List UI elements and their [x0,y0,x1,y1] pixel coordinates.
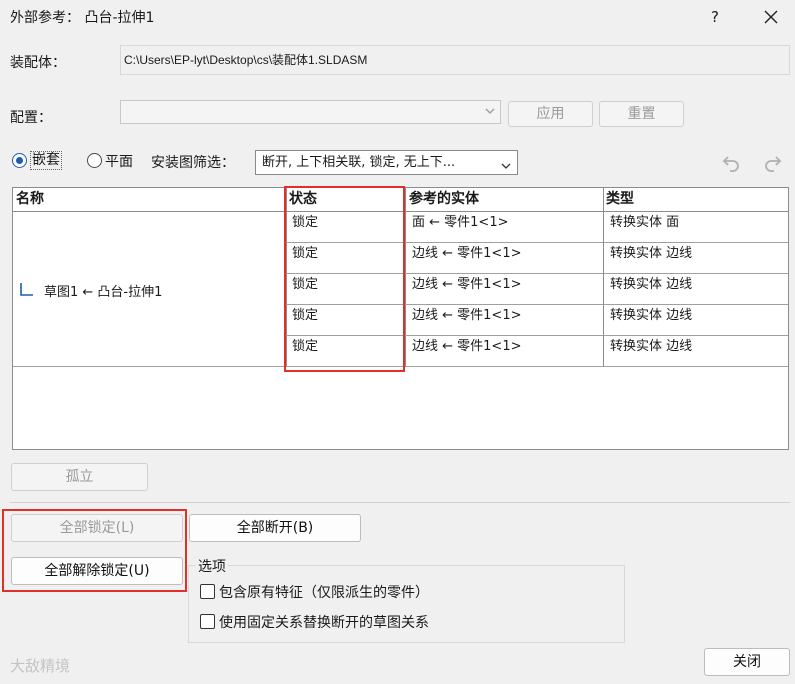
redo-icon[interactable] [762,152,784,178]
filter-label: 安装图筛选： [151,155,235,171]
window-title: 外部参考： 凸台-拉伸1 [10,10,155,26]
separator [10,502,790,503]
table-row-type[interactable]: 转换实体 边线 [604,243,788,274]
col-header-entity[interactable]: 参考的实体 [406,188,603,212]
table-row-type[interactable]: 转换实体 面 [604,212,788,243]
table-row-entity[interactable]: 边线 ← 零件1<1> [406,274,603,305]
col-header-name[interactable]: 名称 [13,188,286,212]
chevron-down-icon [500,157,512,180]
include-features-checkbox[interactable] [200,584,215,599]
nested-radio[interactable] [12,153,27,168]
unlock-all-button[interactable]: 全部解除锁定(U) [11,557,183,585]
name-cell[interactable]: 草图1 ← 凸台-拉伸1 [44,281,162,300]
flat-radio[interactable] [87,153,102,168]
config-dropdown[interactable] [120,100,501,124]
filter-dropdown[interactable]: 断开, 上下相关联, 锁定, 无上下... [255,150,518,175]
col-header-type[interactable]: 类型 [603,188,790,212]
assembly-label: 装配体： [10,55,66,71]
chevron-down-icon [484,105,496,121]
filter-value: 断开, 上下相关联, 锁定, 无上下... [262,155,456,170]
reset-button[interactable]: 重置 [599,101,684,127]
config-label: 配置： [10,110,52,126]
table-row-type[interactable]: 转换实体 边线 [604,274,788,305]
status-highlight-box [284,186,405,372]
table-row-entity[interactable]: 边线 ← 零件1<1> [406,305,603,336]
apply-button[interactable]: 应用 [508,101,593,127]
nested-radio-label: 嵌套 [30,151,62,170]
include-features-label: 包含原有特征（仅限派生的零件） [219,585,429,601]
table-row-entity[interactable]: 边线 ← 零件1<1> [406,243,603,274]
options-title: 选项 [196,556,228,576]
isolate-button[interactable]: 孤立 [11,463,148,491]
table-row-entity[interactable]: 面 ← 零件1<1> [406,212,603,243]
table-row-type[interactable]: 转换实体 边线 [604,305,788,336]
close-button[interactable]: 关闭 [704,648,790,676]
replace-relations-checkbox[interactable] [200,614,215,629]
break-all-button[interactable]: 全部断开(B) [189,514,361,542]
replace-relations-label: 使用固定关系替换断开的草图关系 [219,615,429,631]
sketch-icon [19,281,35,301]
flat-radio-label: 平面 [105,154,133,170]
close-icon[interactable] [755,4,787,30]
table-row-entity[interactable]: 边线 ← 零件1<1> [406,336,603,367]
assembly-path-field: C:\Users\EP-lyt\Desktop\cs\装配体1.SLDASM [120,45,790,75]
lock-all-button[interactable]: 全部锁定(L) [11,514,183,542]
undo-icon[interactable] [720,152,742,178]
table-row-type[interactable]: 转换实体 边线 [604,336,788,367]
watermark: 大敌精境 [10,657,71,675]
help-button[interactable]: ? [700,4,730,30]
